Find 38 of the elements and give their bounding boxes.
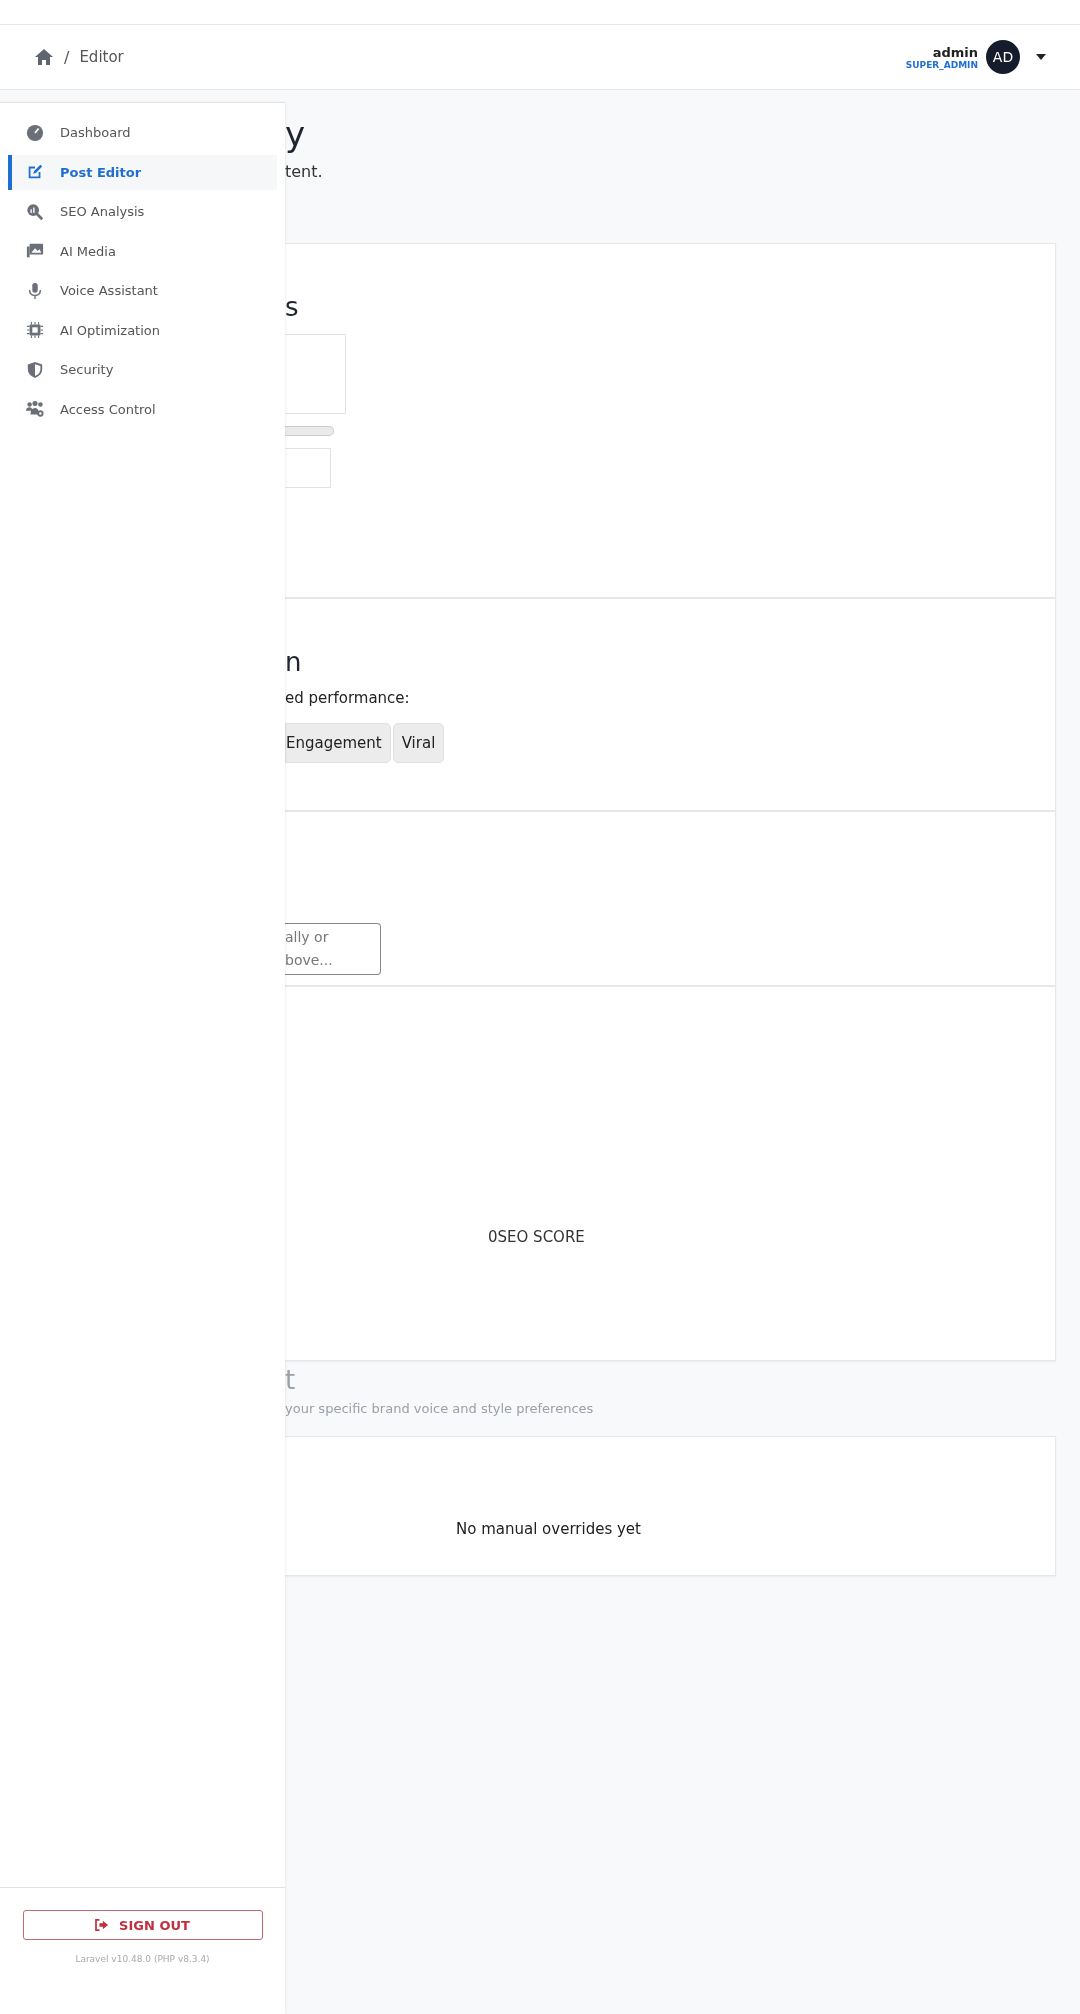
sidebar-item[interactable]: Post Editor [8,154,277,190]
page-title: y [285,114,307,156]
sign-out-button[interactable]: SIGN OUT [22,1910,263,1940]
card-heading: s [285,292,300,322]
search-chart-icon [26,202,44,221]
sidebar-item[interactable]: AI Optimization [8,312,277,348]
sidebar-item[interactable]: Security [8,352,277,388]
caret-icon[interactable] [1036,54,1046,60]
option-button[interactable]: Viral [392,723,445,763]
sidebar-item[interactable]: Dashboard [8,115,277,151]
slider-track[interactable] [285,426,334,436]
breadcrumb-item[interactable]: Editor [79,48,124,66]
input-field[interactable] [285,448,331,488]
chip-icon [26,321,44,340]
sidebar-item[interactable]: AI Media [8,233,277,269]
section-subtitle: your specific brand voice and style preferences [285,1401,595,1416]
user-name: admin [932,44,978,60]
sidebar-item[interactable]: Voice Assistant [8,273,277,309]
option-button[interactable]: Engagement [285,723,391,763]
sidebar-item[interactable]: SEO Analysis [8,194,277,230]
seo-score: 0SEO SCORE [488,1228,585,1246]
section-heading: t [285,1365,297,1397]
mic-icon [26,281,44,300]
sign-out-icon [95,1919,110,1931]
users-icon [26,400,44,419]
text-area[interactable]: ally or bove... [285,923,381,975]
user-role: SUPER_ADMIN [905,59,978,70]
shield-icon [26,360,44,379]
version-text: Laravel v10.48.0 (PHP v8.3.4) [75,1954,210,1964]
user-avatar[interactable]: AD [986,40,1020,74]
gauge-icon [26,123,44,142]
card-text: ed performance: [285,689,411,707]
empty-message: No manual overrides yet [456,1520,641,1538]
page-subtitle: tent. [285,162,324,181]
home-icon[interactable] [34,48,54,66]
card-heading: n [285,647,303,677]
sidebar-item[interactable]: Access Control [8,391,277,427]
breadcrumb-separator: / [64,47,70,67]
